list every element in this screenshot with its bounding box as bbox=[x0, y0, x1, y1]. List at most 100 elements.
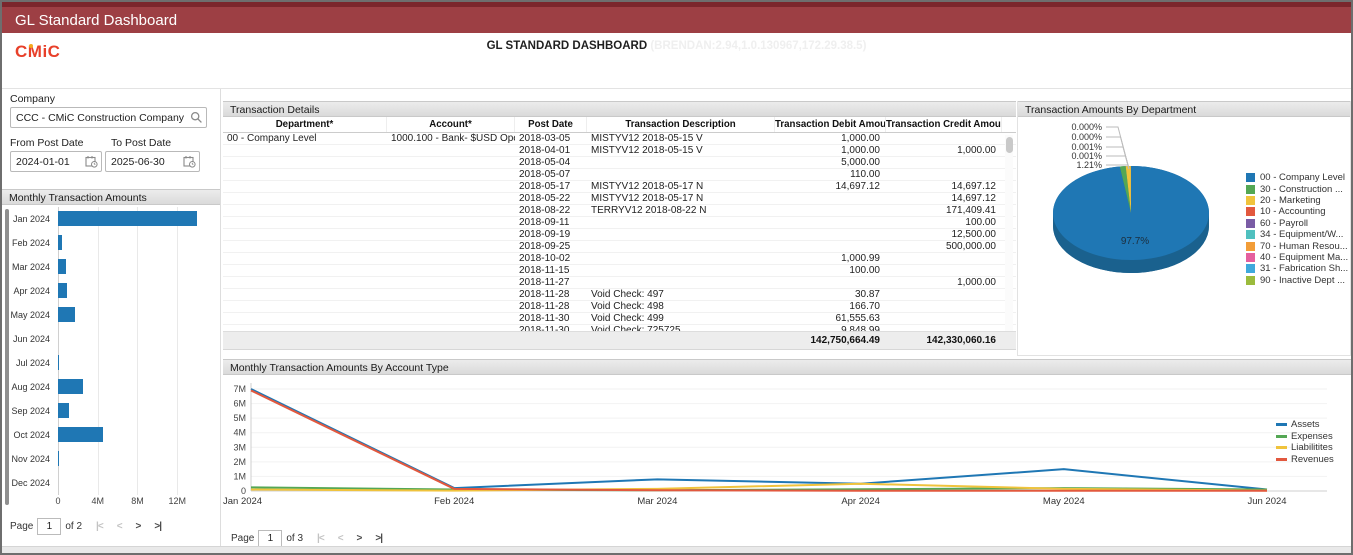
line-chart-legend: Assets Expenses Liabilitites Revenues bbox=[1276, 419, 1334, 465]
table-scrollbar-thumb[interactable] bbox=[1006, 137, 1013, 153]
first-page-button[interactable]: |< bbox=[96, 521, 104, 532]
company-label: Company bbox=[10, 93, 55, 105]
table-cell: 5,000.00 bbox=[841, 157, 880, 168]
table-cell: 2018-09-19 bbox=[519, 229, 571, 240]
table-row[interactable]: 2018-11-28 Void Check: 498 166.70 bbox=[223, 301, 1016, 313]
legend-item[interactable]: 70 - Human Resou... bbox=[1246, 240, 1348, 252]
legend-item[interactable]: 30 - Construction ... bbox=[1246, 183, 1348, 195]
search-icon[interactable] bbox=[190, 111, 203, 129]
table-cell bbox=[223, 301, 387, 312]
table-cell: 2018-10-02 bbox=[519, 253, 571, 264]
calendar-icon[interactable] bbox=[183, 155, 196, 173]
legend-item[interactable]: 60 - Payroll bbox=[1246, 218, 1348, 229]
bar-chart-row: Apr 2024 bbox=[2, 279, 220, 303]
table-page-input[interactable] bbox=[258, 529, 283, 547]
legend-label: 90 - Inactive Dept ... bbox=[1260, 274, 1346, 286]
table-cell bbox=[387, 157, 515, 168]
table-cell bbox=[223, 157, 387, 168]
table-row[interactable]: 2018-05-17 MISTYV12 2018-05-17 N 14,697.12… bbox=[223, 181, 1016, 193]
table-cell bbox=[387, 325, 515, 331]
table-row[interactable]: 2018-05-04 5,000.00 bbox=[223, 157, 1016, 169]
table-cell: 100.00 bbox=[849, 265, 880, 276]
x-tick-label: 12M bbox=[168, 496, 186, 506]
table-cell bbox=[387, 205, 515, 216]
prev-page-button[interactable]: < bbox=[338, 533, 344, 544]
col-post-date[interactable]: Post Date bbox=[515, 117, 587, 132]
last-page-button[interactable]: >| bbox=[154, 521, 162, 532]
legend-item[interactable]: 34 - Equipment/W... bbox=[1246, 229, 1348, 240]
table-row[interactable]: 2018-11-28 Void Check: 497 30.87 bbox=[223, 289, 1016, 301]
bar-track bbox=[58, 207, 220, 231]
company-input[interactable] bbox=[10, 107, 207, 128]
last-page-button[interactable]: >| bbox=[375, 533, 383, 544]
table-cell bbox=[223, 169, 387, 180]
first-page-button[interactable]: |< bbox=[317, 533, 325, 544]
table-column-headers: Department* Account* Post Date Transacti… bbox=[223, 117, 1016, 133]
table-row[interactable]: 2018-09-25 500,000.00 bbox=[223, 241, 1016, 253]
line-panel-title: Monthly Transaction Amounts By Account T… bbox=[223, 359, 1351, 375]
bar-chart-row: Jan 2024 bbox=[2, 207, 220, 231]
legend-item[interactable]: 20 - Marketing bbox=[1246, 195, 1348, 206]
table-row[interactable]: 2018-04-01 MISTYV12 2018-05-15 V 1,000.00 1… bbox=[223, 145, 1016, 157]
bar-chart-row: Jun 2024 bbox=[2, 327, 220, 351]
table-cell: TERRYV12 2018-08-22 N bbox=[591, 205, 707, 216]
legend-item[interactable]: 00 - Company Level bbox=[1246, 172, 1348, 183]
table-cell: 14,697.12 bbox=[951, 181, 997, 192]
legend-item[interactable]: Liabilitites bbox=[1276, 442, 1334, 454]
col-description[interactable]: Transaction Description bbox=[587, 117, 775, 132]
table-row[interactable]: 00 - Company Level 1000.100 - Bank- $USD … bbox=[223, 133, 1016, 145]
table-scrollbar-track[interactable] bbox=[1005, 135, 1013, 331]
bar bbox=[58, 427, 103, 442]
col-account[interactable]: Account* bbox=[387, 117, 515, 132]
next-page-button[interactable]: > bbox=[357, 533, 363, 544]
bar-track bbox=[58, 279, 220, 303]
legend-item[interactable]: 10 - Accounting bbox=[1246, 206, 1348, 217]
bar-track bbox=[58, 447, 220, 471]
legend-item[interactable]: 31 - Fabrication Sh... bbox=[1246, 263, 1348, 274]
pie-callout-line bbox=[1106, 126, 1130, 170]
table-row[interactable]: 2018-11-30 Void Check: 499 61,555.63 bbox=[223, 313, 1016, 325]
legend-label: Revenues bbox=[1291, 453, 1334, 465]
table-row[interactable]: 2018-05-22 MISTYV12 2018-05-17 N 14,697.12 bbox=[223, 193, 1016, 205]
table-cell: 2018-08-22 bbox=[519, 205, 571, 216]
bar-page-input[interactable] bbox=[37, 517, 62, 535]
prev-page-button[interactable]: < bbox=[117, 521, 123, 532]
legend-label: 34 - Equipment/W... bbox=[1260, 229, 1344, 241]
table-cell: 1,000.00 bbox=[957, 145, 996, 156]
table-row[interactable]: 2018-09-11 100.00 bbox=[223, 217, 1016, 229]
table-row[interactable]: 2018-08-22 TERRYV12 2018-08-22 N 171,409.4… bbox=[223, 205, 1016, 217]
legend-item[interactable]: Revenues bbox=[1276, 454, 1334, 466]
next-page-button[interactable]: > bbox=[136, 521, 142, 532]
legend-item[interactable]: Assets bbox=[1276, 419, 1334, 431]
table-row[interactable]: 2018-05-07 110.00 bbox=[223, 169, 1016, 181]
table-row[interactable]: 2018-10-02 1,000.99 bbox=[223, 253, 1016, 265]
calendar-icon[interactable] bbox=[85, 155, 98, 173]
legend-item[interactable]: Expenses bbox=[1276, 431, 1334, 443]
pie-callout-label: 0.000% bbox=[1071, 132, 1102, 142]
total-credit: 142,330,060.16 bbox=[926, 335, 996, 346]
table-row[interactable]: 2018-09-19 12,500.00 bbox=[223, 229, 1016, 241]
col-debit[interactable]: Transaction Debit Amount bbox=[775, 117, 886, 132]
table-cell: MISTYV12 2018-05-15 V bbox=[591, 133, 703, 144]
table-row[interactable]: 2018-11-15 100.00 bbox=[223, 265, 1016, 277]
table-cell: 30.87 bbox=[854, 289, 880, 300]
bottom-scroll-strip[interactable] bbox=[2, 546, 1351, 553]
table-cell: 2018-11-15 bbox=[519, 265, 570, 276]
col-department[interactable]: Department* bbox=[223, 117, 387, 132]
legend-swatch bbox=[1276, 423, 1287, 427]
table-cell bbox=[587, 157, 775, 168]
legend-swatch bbox=[1246, 184, 1255, 194]
table-cell bbox=[587, 241, 775, 252]
table-cell bbox=[223, 217, 387, 228]
page-title: GL STANDARD DASHBOARD bbox=[486, 40, 648, 52]
legend-item[interactable]: 90 - Inactive Dept ... bbox=[1246, 275, 1348, 286]
table-cell bbox=[587, 277, 775, 288]
table-cell: 2018-09-25 bbox=[519, 241, 571, 252]
table-row[interactable]: 2018-11-30 Void Check: 725725 9,848.99 bbox=[223, 325, 1016, 331]
legend-item[interactable]: 40 - Equipment Ma... bbox=[1246, 252, 1348, 263]
table-row[interactable]: 2018-11-27 1,000.00 bbox=[223, 277, 1016, 289]
x-tick-label: Feb 2024 bbox=[434, 496, 474, 507]
table-cell bbox=[387, 181, 515, 192]
bar-track bbox=[58, 255, 220, 279]
col-credit[interactable]: Transaction Credit Amount bbox=[886, 117, 1002, 132]
